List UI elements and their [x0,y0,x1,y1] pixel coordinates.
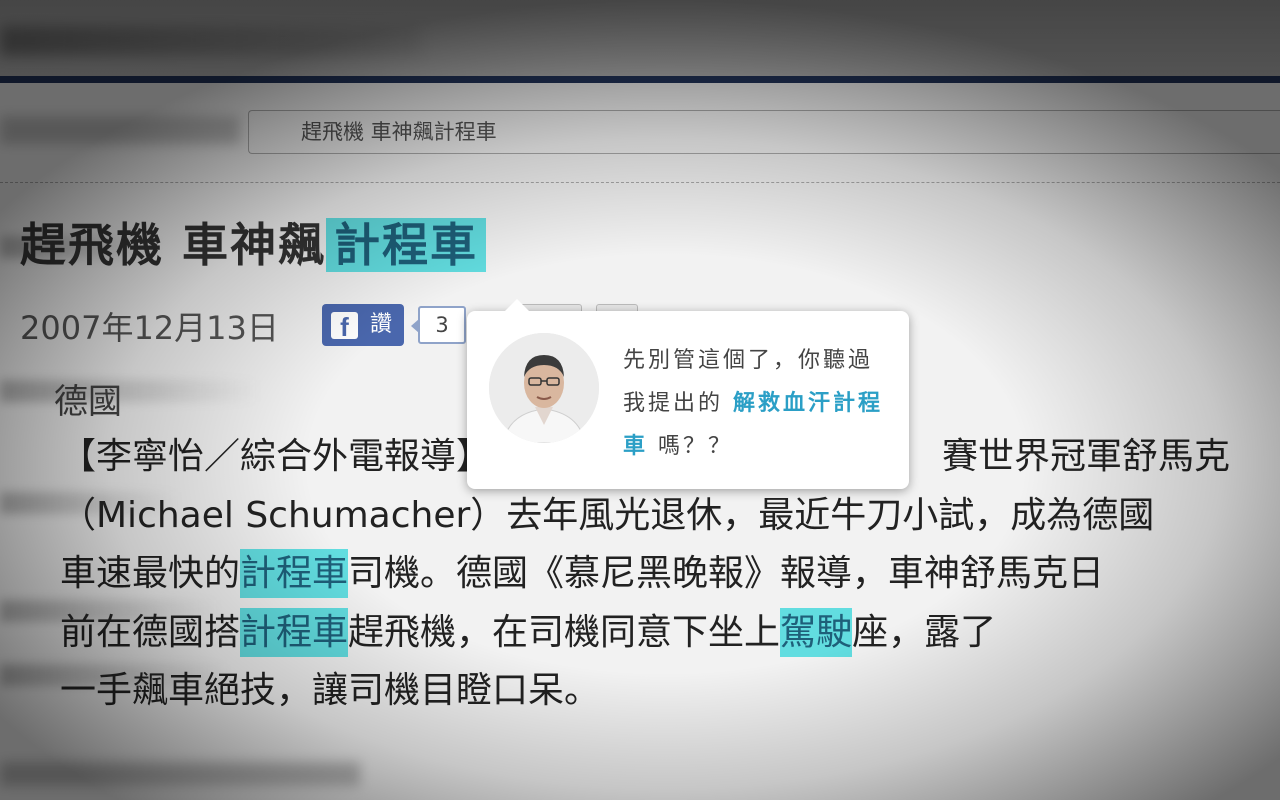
article-text: 座，露了 [852,611,997,653]
blur-streak [0,664,230,686]
article-text: 趕飛機，在司機同意下坐上 [348,611,781,653]
highlighted-keyword[interactable]: 駕駛 [780,607,853,657]
article-text: 司機。德國《慕尼黑晚報》報導，車神舒馬克日 [348,553,1105,594]
divider [0,182,1280,183]
tooltip-text-after: 嗎？？ [648,434,734,459]
breadcrumb-prefix-blurred [0,116,240,144]
tooltip-popup: 先別管這個了，你聽過我提出的 解救血汗計程車 嗎？？ [467,299,909,489]
article-text: （Michael Schumacher）去年風光退休，最近牛刀小試，成為德國 [60,494,1155,536]
blur-streak [0,600,220,622]
highlighted-keyword[interactable]: 計程車 [240,549,349,598]
article-text: 車速最快的 [60,553,241,594]
facebook-like-count: 3 [411,306,466,344]
facebook-like-label: 讚 [370,312,393,337]
person-portrait-icon [489,333,599,443]
title-highlight[interactable]: 計程車 [326,218,487,272]
footer-blurred [0,762,360,786]
article-line: 車速最快的計程車司機。德國《慕尼黑晚報》報導，車神舒馬克日 [60,545,1260,604]
breadcrumb-current: 趕飛機 車神飆計程車 [301,120,497,144]
blur-streak [0,380,260,402]
blur-streak [0,236,160,258]
breadcrumb[interactable]: 趕飛機 車神飆計程車 [248,110,1280,154]
facebook-like-button[interactable]: f 讚 [322,304,404,346]
article-date: 2007年12月13日 [20,309,279,347]
highlighted-keyword[interactable]: 計程車 [240,607,349,657]
article-line: 一手飆車絕技，讓司機目瞪口呆。 [60,662,1260,721]
article-line: 前在德國搭計程車趕飛機，在司機同意下坐上駕駛座，露了 [60,604,1260,663]
blur-streak [0,492,180,514]
nav-bar [0,76,1280,83]
facebook-icon: f [331,312,358,342]
tooltip-message: 先別管這個了，你聽過我提出的 解救血汗計程車 嗎？？ [623,339,893,468]
article-line: （Michael Schumacher）去年風光退休，最近牛刀小試，成為德國 [60,487,1260,546]
header-logo-blurred [0,26,420,56]
article-text: 【李寧怡／綜合外電報導】 [60,436,475,477]
